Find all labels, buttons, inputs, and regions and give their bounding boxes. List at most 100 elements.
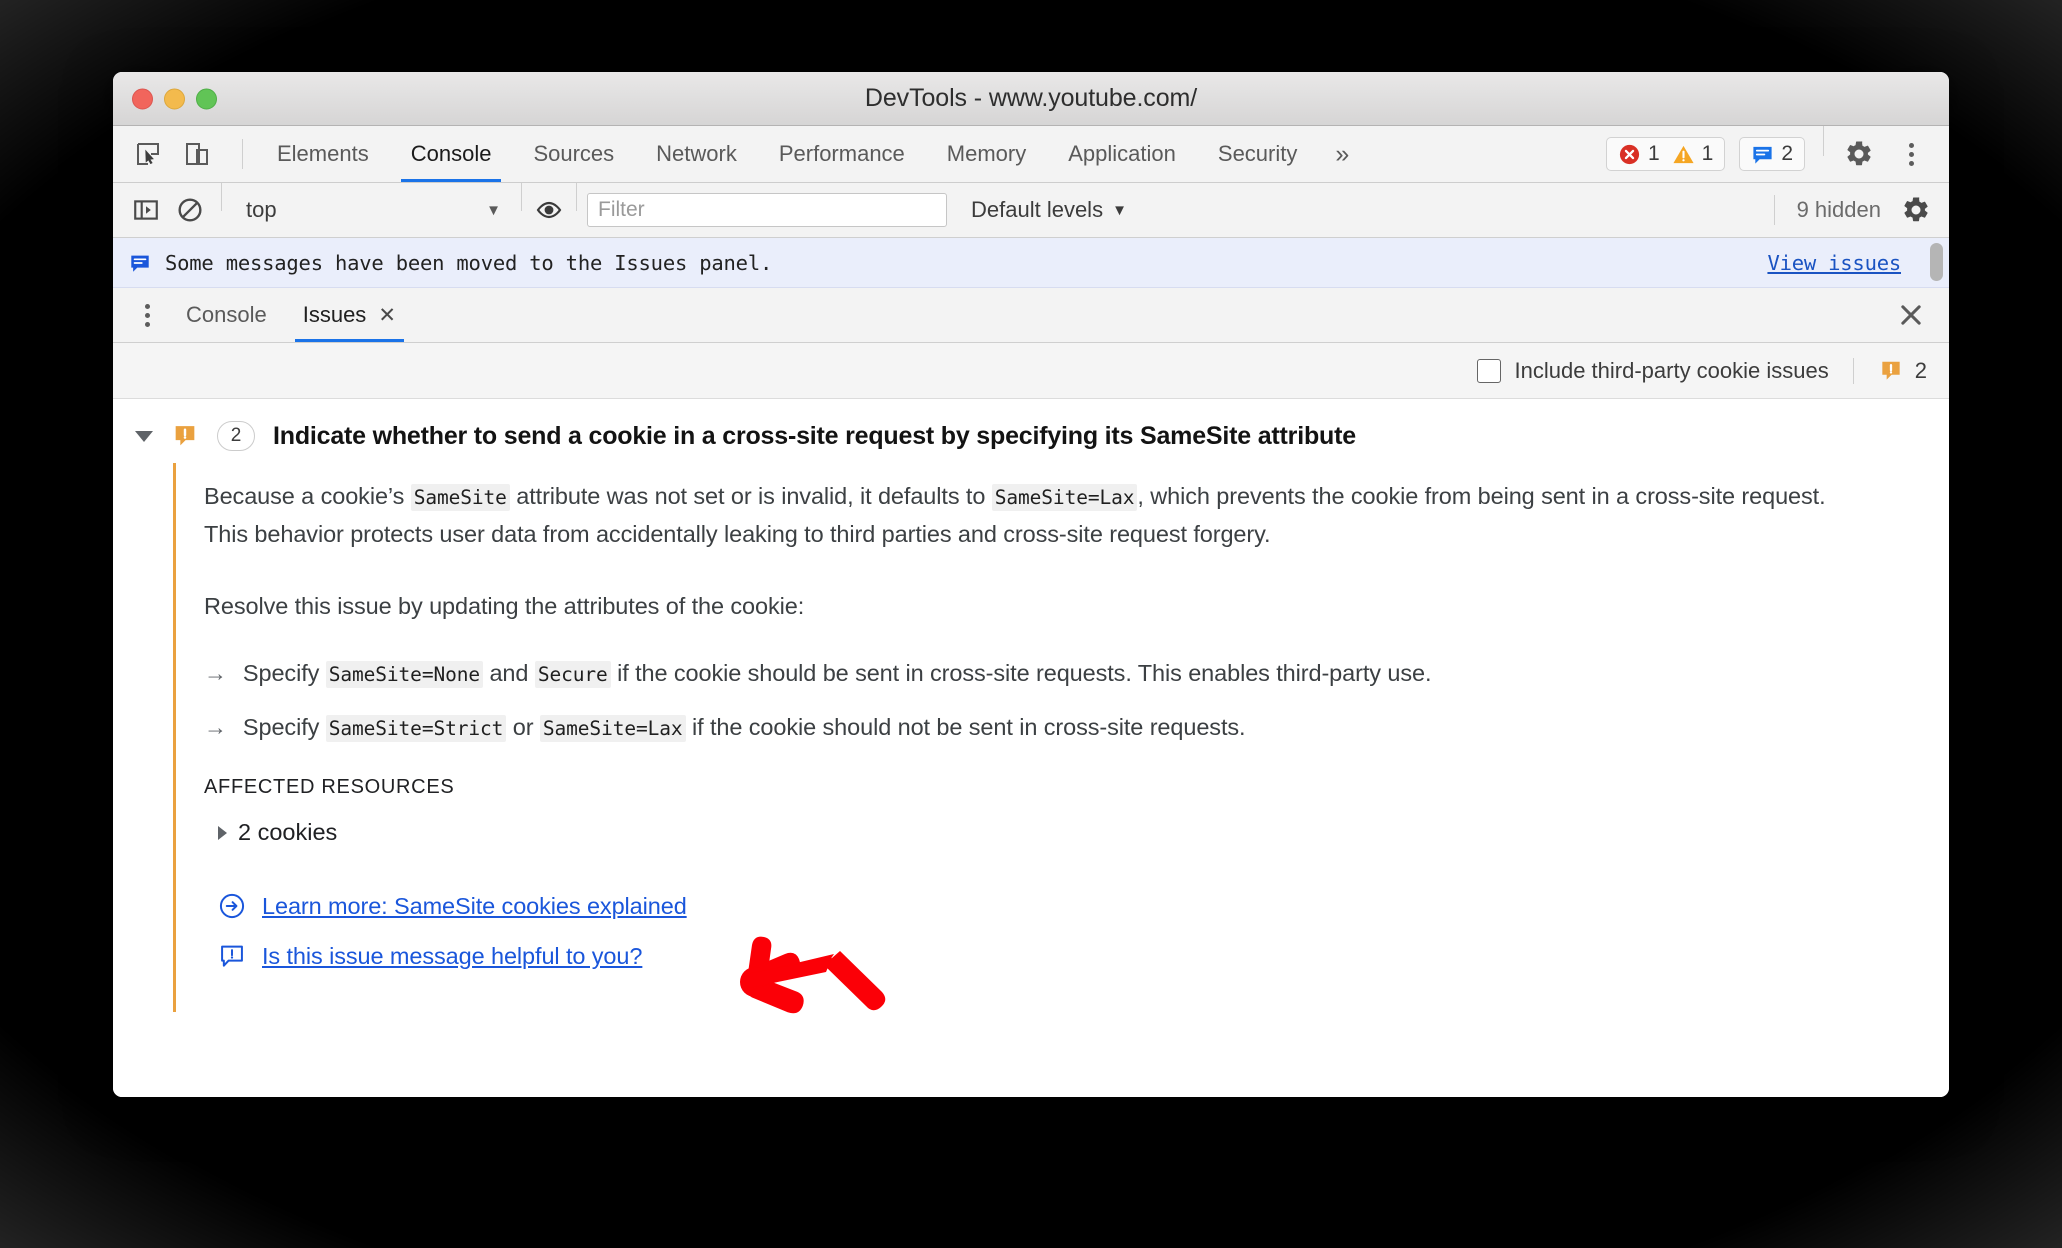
error-warning-counters[interactable]: 1 1 [1605,137,1726,171]
close-icon [1901,305,1921,325]
tab-security[interactable]: Security [1197,126,1318,182]
b1-part-3: if the cookie should be sent in cross-si… [610,660,1432,687]
issue-occurrence-badge: 2 [217,421,255,451]
tab-sources[interactable]: Sources [512,126,635,182]
issues-total-count: 2 [1914,357,1927,383]
close-issues-tab-icon[interactable]: ✕ [378,305,396,326]
drawer-tab-issues[interactable]: Issues ✕ [285,288,414,342]
resolution-bullet: → Specify SameSite=Strict or SameSite=La… [204,709,1949,747]
execution-context-selector[interactable]: top ▼ [236,197,511,223]
console-filter-toolbar: top ▼ Default levels ▼ 9 hidden [113,183,1949,238]
filterbar-divider-3 [576,183,577,211]
issues-panel-body: 2 Indicate whether to send a cookie in a… [113,399,1949,1097]
b2-part-3: if the cookie should not be sent in cros… [685,713,1246,740]
code-samesite-none: SameSite=None [325,661,484,689]
device-toolbar-button[interactable] [180,137,214,171]
log-levels-selector[interactable]: Default levels ▼ [971,197,1127,223]
console-scrollbar-thumb[interactable] [1930,243,1943,281]
console-settings-button[interactable] [1899,193,1933,227]
tab-application[interactable]: Application [1047,126,1197,182]
minimize-window-button[interactable] [164,88,185,109]
clear-console-icon [178,198,202,222]
error-icon [1619,144,1640,164]
tabbar-right-divider [1823,126,1824,156]
issue-detail-panel: Because a cookie’s SameSite attribute wa… [173,463,1949,1013]
arrow-right-marker-icon: → [204,660,227,687]
kebab-dot [1908,160,1914,166]
main-tabs-list: Elements Console Sources Network Perform… [256,126,1366,182]
affected-resources-heading: AFFECTED RESOURCES [204,776,455,799]
filterbar-divider-1 [221,183,222,211]
issue-header-row[interactable]: 2 Indicate whether to send a cookie in a… [113,399,1949,463]
code-samesite-strict: SameSite=Strict [325,714,507,742]
console-sidebar-icon [134,200,158,220]
close-window-button[interactable] [132,88,153,109]
zoom-window-button[interactable] [196,88,217,109]
issue-bubble-icon [1753,146,1772,164]
drawer-tab-issues-label: Issues [302,302,367,327]
console-sidebar-toggle[interactable] [129,193,163,227]
tab-memory[interactable]: Memory [926,126,1047,182]
tab-network[interactable]: Network [635,126,758,182]
filter-input[interactable] [587,193,947,227]
execution-context-value: top [246,197,277,222]
console-message-row: Some messages have been moved to the Iss… [113,238,1949,288]
include-third-party-cookie-issues-checkbox[interactable]: Include third-party cookie issues [1477,357,1829,384]
affected-resource-label: 2 cookies [238,819,338,846]
code-samesite-lax-2: SameSite=Lax [539,714,686,742]
feedback-bubble-icon [221,946,243,968]
devtools-main-tabbar: Elements Console Sources Network Perform… [113,126,1949,183]
desc-part-2: attribute was not set or is invalid, it … [509,483,992,509]
issue-count: 2 [1781,142,1793,165]
window-title: DevTools - www.youtube.com/ [864,84,1198,112]
checkbox-box[interactable] [1477,358,1502,383]
code-samesite-lax: SameSite=Lax [991,484,1138,511]
orange-issue-bubble-icon [1882,361,1900,380]
tab-performance[interactable]: Performance [758,126,926,182]
learn-more-link[interactable]: Learn more: SameSite cookies explained [262,893,687,920]
devtools-more-options-button[interactable] [1890,142,1932,166]
more-tabs-button[interactable]: » [1318,126,1366,182]
orange-issue-bubble-icon [175,426,195,446]
collapse-issue-triangle-icon[interactable] [135,430,153,442]
clear-console-button[interactable] [173,193,207,227]
issues-counter[interactable]: 2 [1739,137,1805,171]
kebab-dot [144,312,150,318]
feedback-link[interactable]: Is this issue message helpful to you? [262,943,642,970]
device-toolbar-icon [186,143,208,165]
chevron-down-icon: ▼ [486,201,501,219]
issue-title: Indicate whether to send a cookie in a c… [273,421,1356,450]
tab-console[interactable]: Console [390,126,513,182]
close-drawer-button[interactable] [1873,288,1949,342]
expand-cookies-triangle-icon[interactable] [218,825,227,840]
code-secure: Secure [534,661,611,689]
traffic-light-buttons [132,88,217,109]
resolution-bullet-text: Specify SameSite=None and Secure if the … [243,655,1431,693]
issues-toolbar: Include third-party cookie issues 2 [113,343,1949,399]
live-expression-button[interactable] [532,193,566,227]
view-issues-link[interactable]: View issues [1767,251,1901,275]
devtools-window: DevTools - www.youtube.com/ Elements Con… [113,72,1949,1097]
affected-resource-cookies[interactable]: 2 cookies [218,819,1949,846]
console-message-text: Some messages have been moved to the Iss… [165,250,773,275]
warning-icon [1673,145,1694,163]
tabbar-left-icons [113,126,256,182]
drawer-more-options-button[interactable] [126,288,168,342]
b2-part-1: Specify [242,713,326,740]
filterbar-right: 9 hidden [1773,193,1933,227]
feedback-link-row[interactable]: Is this issue message helpful to you? [218,942,1949,970]
issues-count-summary: 2 [1852,357,1927,384]
kebab-dot [1908,142,1914,148]
window-titlebar: DevTools - www.youtube.com/ [113,72,1949,126]
tab-elements[interactable]: Elements [256,126,390,182]
include-third-party-label: Include third-party cookie issues [1514,357,1829,383]
live-expression-eye-icon [536,201,562,219]
issue-description-paragraph: Because a cookie’s SameSite attribute wa… [204,477,1834,553]
inspect-element-button[interactable] [131,137,165,171]
issue-resolution-list: → Specify SameSite=None and Secure if th… [204,655,1949,746]
drawer-tab-console[interactable]: Console [168,288,285,342]
resolution-bullet: → Specify SameSite=None and Secure if th… [204,655,1949,693]
gear-icon [1847,141,1871,166]
learn-more-link-row[interactable]: Learn more: SameSite cookies explained [218,892,1949,920]
devtools-settings-button[interactable] [1842,137,1876,171]
